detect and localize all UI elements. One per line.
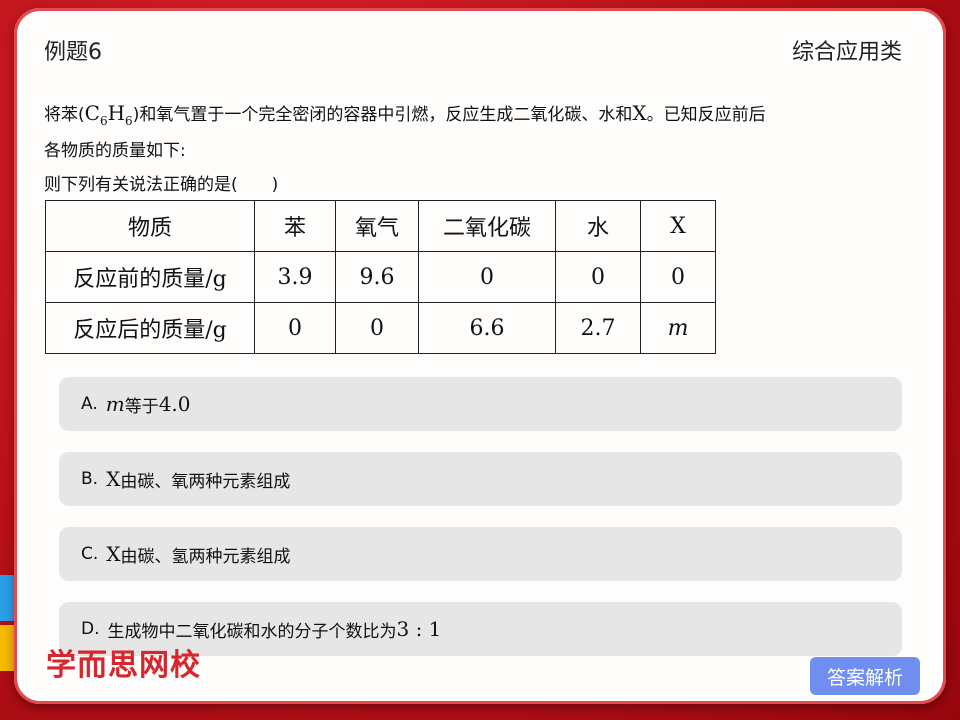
option-tail: 3 : 1: [396, 617, 442, 641]
example-title: 例题6: [44, 40, 102, 65]
table-cell: 9.6: [335, 251, 419, 303]
table-row: 反应后的质量/g 0 0 6.6 2.7 m: [45, 302, 716, 354]
table-cell: 0: [640, 251, 716, 303]
option-tail: 4.0: [158, 392, 191, 416]
table-cell: 反应前的质量/g: [45, 251, 255, 303]
answer-explanation-button[interactable]: 答案解析: [810, 657, 920, 695]
table-header-cell: 水: [555, 200, 641, 252]
brand-logo: 学而思网校: [46, 648, 201, 683]
question-line-2: 各物质的质量如下:: [44, 141, 186, 161]
option-c[interactable]: C. X 由碳、氢两种元素组成: [59, 527, 902, 581]
table-cell: 0: [254, 302, 336, 354]
option-letter: A.: [81, 394, 98, 414]
table-header-cell: X: [640, 200, 716, 252]
category-label: 综合应用类: [791, 40, 902, 65]
table-header-cell: 苯: [254, 200, 336, 252]
table-cell: 0: [555, 251, 641, 303]
option-letter: B.: [81, 469, 99, 489]
option-letter: D.: [81, 619, 100, 639]
table-header-cell: 氧气: [335, 200, 419, 252]
option-math: X: [106, 467, 121, 491]
question-prompt: 则下列有关说法正确的是( ): [44, 175, 279, 195]
option-math: X: [106, 542, 121, 566]
option-text: 由碳、氢两种元素组成: [120, 546, 291, 567]
option-a[interactable]: A. m 等于 4.0: [59, 377, 902, 431]
question-stem: 将苯(C6H6)和氧气置于一个完全密闭的容器中引燃，反应生成二氧化碳、水和X。已…: [44, 101, 766, 128]
table-cell: 反应后的质量/g: [45, 302, 255, 354]
table-row: 反应前的质量/g 3.9 9.6 0 0 0: [45, 251, 716, 303]
table-header-row: 物质 苯 氧气 二氧化碳 水 X: [45, 200, 716, 252]
option-text: 生成物中二氧化碳和水的分子个数比为: [107, 621, 397, 642]
table-cell: 2.7: [555, 302, 641, 354]
table-cell: m: [640, 302, 716, 354]
table-cell: 3.9: [254, 251, 336, 303]
option-text: 等于: [124, 396, 159, 417]
option-b[interactable]: B. X 由碳、氧两种元素组成: [59, 452, 902, 506]
option-text: 由碳、氧两种元素组成: [120, 471, 291, 492]
option-math: m: [105, 392, 125, 416]
table-cell: 6.6: [418, 302, 556, 354]
option-letter: C.: [81, 544, 99, 564]
table-header-cell: 二氧化碳: [418, 200, 556, 252]
table-header-cell: 物质: [45, 200, 255, 252]
table-cell: 0: [418, 251, 556, 303]
mass-table: 物质 苯 氧气 二氧化碳 水 X 反应前的质量/g 3.9 9.6 0 0 0 …: [45, 200, 716, 354]
table-cell: 0: [335, 302, 419, 354]
